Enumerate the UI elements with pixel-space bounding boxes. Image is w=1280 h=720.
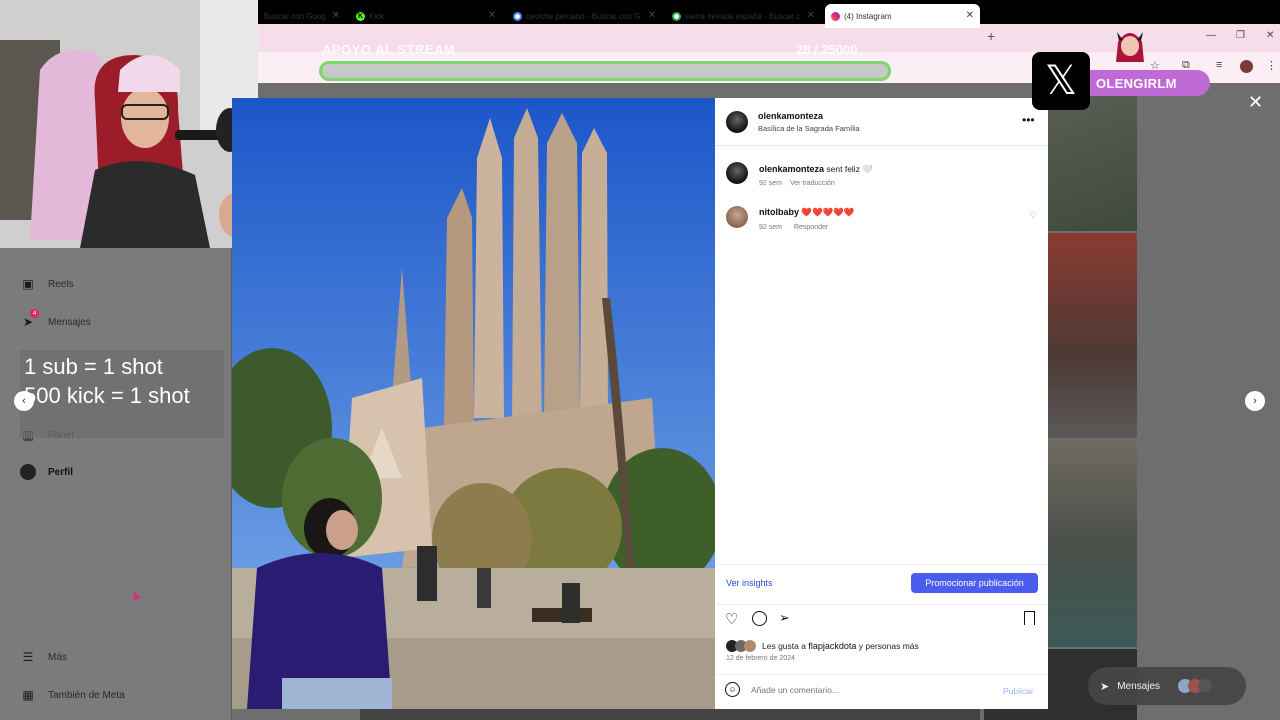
stream-goal-progress xyxy=(319,61,891,81)
tab-sierra-nevada[interactable]: sierra nevada españa - Buscar c ✕ xyxy=(666,4,821,28)
stream-shot-rules: 1 sub = 1 shot 500 kick = 1 shot xyxy=(20,350,224,438)
grid-row xyxy=(360,709,980,720)
close-icon[interactable]: ✕ xyxy=(966,10,974,21)
reading-list-icon[interactable]: ≡ xyxy=(1216,59,1222,71)
grid-thumbnail[interactable] xyxy=(1048,233,1137,438)
progress-fill xyxy=(322,64,323,78)
messenger-icon: ➤ 4 xyxy=(20,309,39,330)
x-handle: OLENGIRLM xyxy=(1090,70,1210,96)
stream-goal-label: APOYO AL STREAM xyxy=(322,42,456,57)
sidebar-item-perfil[interactable]: Perfil xyxy=(20,464,73,480)
reels-icon: ▣ xyxy=(22,277,34,291)
next-post-button[interactable]: › xyxy=(1245,391,1265,411)
like-comment-icon[interactable]: ♡ xyxy=(1029,210,1037,221)
sidebar-item-tambien-de-meta[interactable]: ▦ También de Meta xyxy=(20,687,125,703)
close-icon[interactable]: ✕ xyxy=(648,10,656,21)
tab-title: ceviche peruano - Buscar con G xyxy=(526,11,641,21)
tab-title: Kick xyxy=(369,11,385,21)
post-details-panel: olenkamonteza Basílica de la Sagrada Fam… xyxy=(715,98,1048,709)
comment-text: ❤️❤️❤️❤️❤️ xyxy=(801,207,855,217)
comment-input[interactable] xyxy=(751,683,991,697)
new-tab-button[interactable]: + xyxy=(987,28,995,44)
stream-goal-count: 28 / 25000 xyxy=(796,42,858,57)
tab-title: Buscar con Goog xyxy=(264,11,326,21)
sidebar-item-label: Perfil xyxy=(48,466,74,478)
menu-icon: ☰ xyxy=(22,650,34,664)
comment-time: 92 sem xyxy=(759,224,782,231)
likes-user[interactable]: flapjackdota xyxy=(808,641,856,651)
grid-thumbnail[interactable] xyxy=(1048,440,1137,647)
close-icon[interactable]: ✕ xyxy=(807,10,815,21)
share-icon[interactable]: ➢ xyxy=(779,610,790,626)
messages-chat-pill[interactable]: ➤ Mensajes xyxy=(1088,667,1246,705)
commenter-avatar[interactable] xyxy=(726,206,748,228)
x-logo-icon: 𝕏 xyxy=(1032,52,1090,110)
tab-instagram[interactable]: (4) Instagram ✕ xyxy=(825,4,980,28)
divider xyxy=(715,564,1048,565)
tab-kick[interactable]: K Kick ✕ xyxy=(350,4,502,28)
close-icon[interactable]: ✕ xyxy=(488,10,496,21)
publish-button[interactable]: Publicar xyxy=(1003,686,1034,696)
divider xyxy=(715,674,1048,675)
reply-link[interactable]: Responder xyxy=(794,224,828,231)
instagram-icon xyxy=(831,11,840,21)
close-window-icon[interactable]: ✕ xyxy=(1266,30,1274,41)
previous-post-button[interactable]: ‹ xyxy=(14,391,34,411)
sidebar-item-mas[interactable]: ☰ Más xyxy=(20,649,67,665)
emoji-icon[interactable]: ☺ xyxy=(725,682,740,697)
promote-post-button[interactable]: Promocionar publicación xyxy=(911,573,1038,593)
more-options-icon[interactable]: ••• xyxy=(1022,113,1035,127)
shot-rule: 1 sub = 1 shot xyxy=(24,354,163,379)
sidebar-item-label: También de Meta xyxy=(48,689,125,701)
post-location[interactable]: Basílica de la Sagrada Família xyxy=(758,124,860,133)
google-icon xyxy=(672,11,681,21)
profile-avatar xyxy=(20,464,36,480)
sidebar-item-label: Reels xyxy=(48,278,74,290)
likes-suffix[interactable]: y personas más xyxy=(859,641,919,651)
caption-username[interactable]: olenkamonteza xyxy=(759,164,824,174)
divider xyxy=(715,604,1048,605)
messages-pill-label: Mensajes xyxy=(1117,680,1161,692)
webcam-feed xyxy=(0,0,258,248)
post-date: 12 de febrero de 2024 xyxy=(726,655,795,662)
shot-rule: 500 kick = 1 shot xyxy=(24,383,190,408)
chat-avatar xyxy=(1198,679,1213,693)
comment-icon[interactable] xyxy=(752,611,767,626)
like-icon[interactable]: ♡ xyxy=(725,610,738,628)
tab-title: (4) Instagram xyxy=(844,11,892,21)
author-username[interactable]: olenkamonteza xyxy=(758,111,823,121)
sidebar-item-label: Más xyxy=(48,651,67,663)
post-header: olenkamonteza Basílica de la Sagrada Fam… xyxy=(715,98,1048,146)
close-modal-icon[interactable]: ✕ xyxy=(1248,92,1263,113)
restore-icon[interactable]: ❐ xyxy=(1236,30,1245,41)
messenger-icon: ➤ xyxy=(1100,680,1110,693)
sidebar-item-label: Mensajes xyxy=(48,316,91,328)
comment-username[interactable]: nitolbaby xyxy=(759,207,799,217)
tab-google-search-1[interactable]: Buscar con Goog ✕ xyxy=(258,4,346,28)
likes-prefix: Les gusta a xyxy=(762,641,806,651)
author-avatar[interactable] xyxy=(726,111,748,133)
kick-icon: K xyxy=(356,11,365,21)
more-menu-icon[interactable]: ⋮ xyxy=(1266,59,1277,72)
post-photo[interactable] xyxy=(232,98,715,709)
liker-avatar xyxy=(744,640,756,652)
minimize-icon[interactable]: — xyxy=(1206,30,1216,41)
see-translation-link[interactable]: Ver traducción xyxy=(790,180,835,187)
caption-text: sent feliz 🤍 xyxy=(826,164,873,174)
google-icon xyxy=(513,11,522,21)
sidebar-item-mensajes[interactable]: ➤ 4 Mensajes xyxy=(20,309,91,330)
sidebar-item-reels[interactable]: ▣ Reels xyxy=(20,276,74,292)
author-avatar[interactable] xyxy=(726,162,748,184)
save-bookmark-icon[interactable] xyxy=(1024,611,1035,625)
notification-badge: 4 xyxy=(30,309,39,318)
tab-title: sierra nevada españa - Buscar c xyxy=(685,11,801,21)
view-insights-link[interactable]: Ver insights xyxy=(726,578,773,588)
avatar-sticker xyxy=(1114,28,1146,62)
tab-ceviche[interactable]: ceviche peruano - Buscar con G ✕ xyxy=(507,4,662,28)
meta-icon: ▦ xyxy=(22,688,34,702)
close-icon[interactable]: ✕ xyxy=(332,10,340,21)
profile-avatar[interactable] xyxy=(1240,60,1253,73)
caption-time: 92 sem xyxy=(759,180,782,187)
